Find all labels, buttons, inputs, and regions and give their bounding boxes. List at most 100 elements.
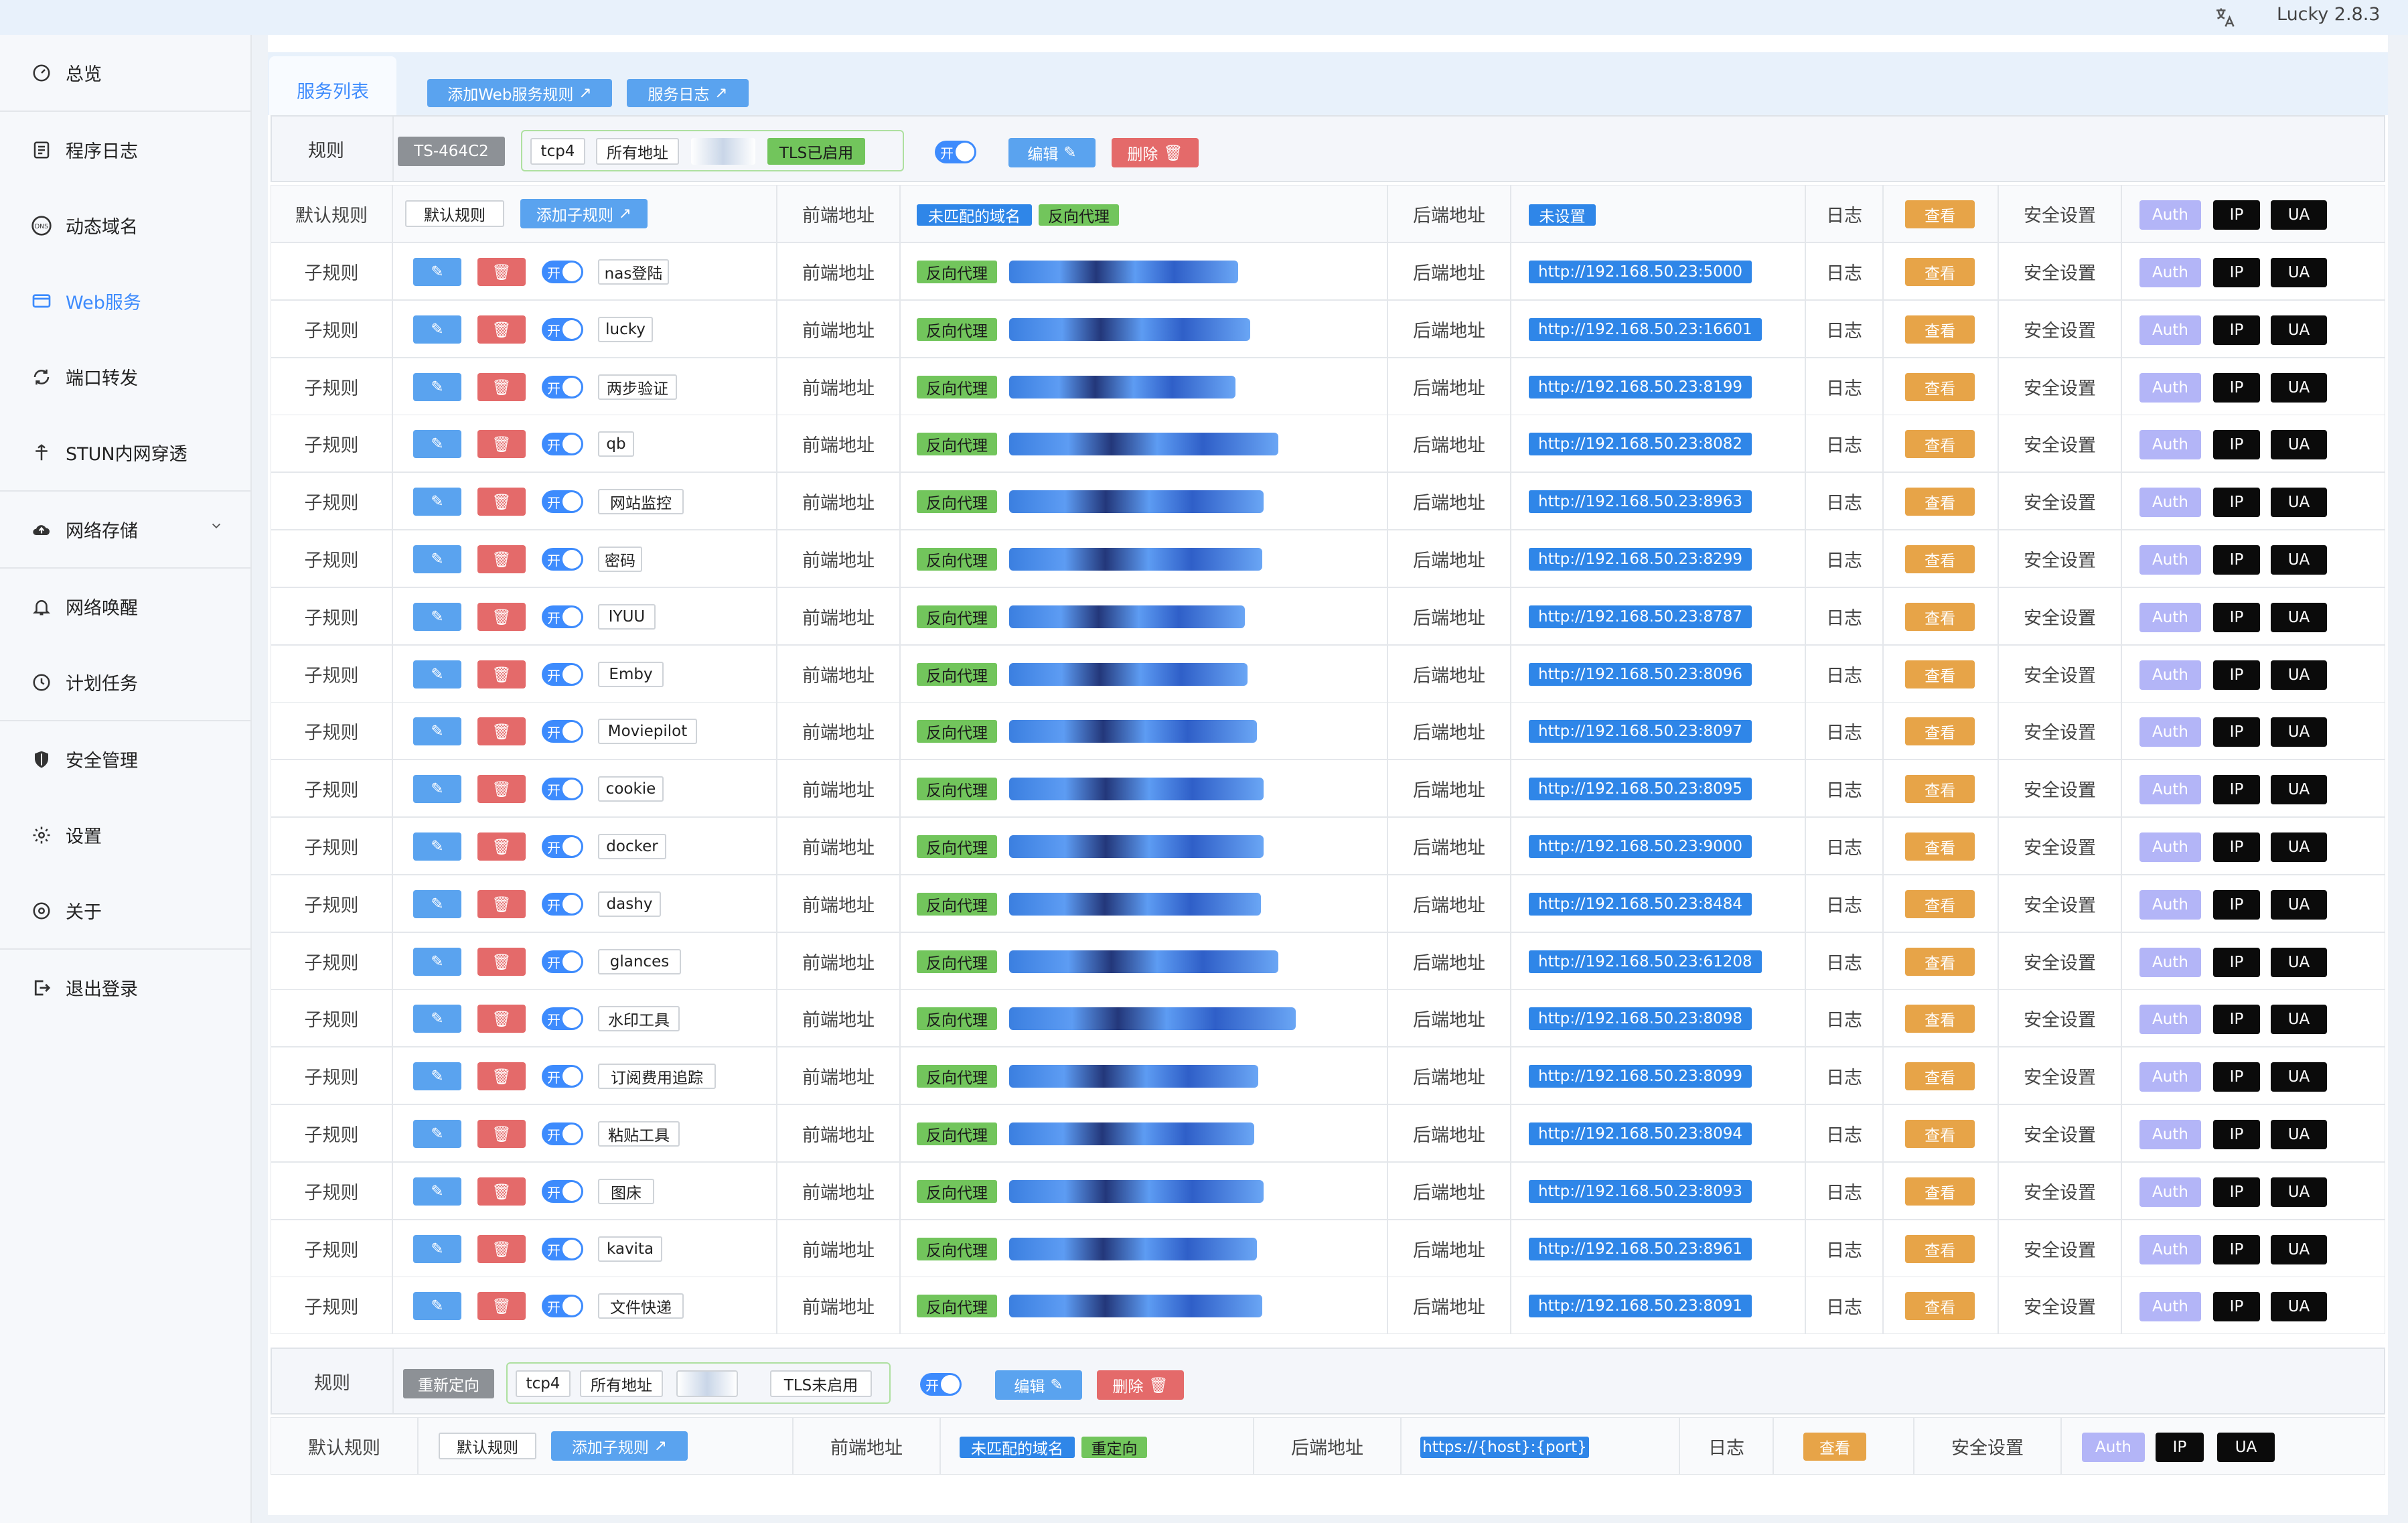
subrule-edit-button[interactable]: ✎ [413, 1292, 461, 1320]
ua-button[interactable]: UA [2271, 717, 2327, 747]
subrule-delete-button[interactable]: 🗑 [477, 1292, 526, 1320]
ip-button[interactable]: IP [2213, 1292, 2260, 1321]
subrule-delete-button[interactable]: 🗑 [477, 430, 526, 458]
sidebar-item-program-log[interactable]: 程序日志 [0, 112, 250, 188]
log-view-button[interactable]: 查看 [1905, 315, 1975, 344]
ip-button[interactable]: IP [2213, 258, 2260, 287]
ip-button[interactable]: IP [2213, 1177, 2260, 1207]
auth-button[interactable]: Auth [2139, 430, 2201, 459]
subrule-enable-toggle[interactable]: 开 [542, 433, 583, 455]
ip-button[interactable]: IP [2213, 948, 2260, 977]
ua-button[interactable]: UA [2271, 660, 2327, 690]
ip-button[interactable]: IP [2213, 603, 2260, 632]
service-log-button[interactable]: 服务日志 ↗ [627, 79, 749, 107]
subrule-edit-button[interactable]: ✎ [413, 1177, 461, 1206]
ip-button[interactable]: IP [2213, 1235, 2260, 1264]
subrule-delete-button[interactable]: 🗑 [477, 1235, 526, 1263]
subrule-enable-toggle[interactable]: 开 [542, 605, 583, 628]
auth-button[interactable]: Auth [2139, 717, 2201, 747]
sidebar-item-security[interactable]: 安全管理 [0, 721, 250, 797]
ua-button[interactable]: UA [2271, 258, 2327, 287]
subrule-edit-button[interactable]: ✎ [413, 315, 461, 344]
ua-button[interactable]: UA [2271, 315, 2327, 345]
ua-button[interactable]: UA [2271, 200, 2327, 230]
auth-button[interactable]: Auth [2139, 1235, 2201, 1264]
ua-button[interactable]: UA [2271, 488, 2327, 517]
sidebar-item-network-storage[interactable]: 网络存储 [0, 492, 250, 569]
subrule-edit-button[interactable]: ✎ [413, 1062, 461, 1090]
ip-button[interactable]: IP [2156, 1433, 2204, 1462]
ip-button[interactable]: IP [2213, 775, 2260, 804]
log-view-button[interactable]: 查看 [1905, 1292, 1975, 1320]
subrule-delete-button[interactable]: 🗑 [477, 258, 526, 286]
rule-enable-toggle[interactable]: 开 [920, 1373, 962, 1396]
ua-button[interactable]: UA [2271, 1292, 2327, 1321]
auth-button[interactable]: Auth [2139, 1062, 2201, 1092]
subrule-enable-toggle[interactable]: 开 [542, 1065, 583, 1088]
subrule-edit-button[interactable]: ✎ [413, 660, 461, 688]
ua-button[interactable]: UA [2271, 1062, 2327, 1092]
rule-delete-button[interactable]: 删除 🗑 [1097, 1370, 1184, 1400]
add-subrule-button[interactable]: 添加子规则 ↗ [520, 199, 648, 228]
log-view-button[interactable]: 查看 [1905, 717, 1975, 745]
log-view-button[interactable]: 查看 [1905, 832, 1975, 861]
tab-service-list[interactable]: 服务列表 [269, 56, 396, 123]
ua-button[interactable]: UA [2217, 1433, 2275, 1462]
ua-button[interactable]: UA [2271, 1005, 2327, 1034]
subrule-edit-button[interactable]: ✎ [413, 373, 461, 401]
log-view-button[interactable]: 查看 [1905, 1177, 1975, 1206]
sidebar-item-port-forward[interactable]: 端口转发 [0, 339, 250, 415]
log-view-button[interactable]: 查看 [1905, 545, 1975, 573]
ip-button[interactable]: IP [2213, 717, 2260, 747]
add-web-rule-button[interactable]: 添加Web服务规则 ↗ [427, 79, 612, 107]
ua-button[interactable]: UA [2271, 430, 2327, 459]
subrule-delete-button[interactable]: 🗑 [477, 315, 526, 344]
subrule-edit-button[interactable]: ✎ [413, 603, 461, 631]
log-view-button[interactable]: 查看 [1905, 775, 1975, 803]
auth-button[interactable]: Auth [2139, 1120, 2201, 1149]
log-view-button[interactable]: 查看 [1905, 488, 1975, 516]
subrule-edit-button[interactable]: ✎ [413, 890, 461, 918]
subrule-enable-toggle[interactable]: 开 [542, 1122, 583, 1145]
subrule-delete-button[interactable]: 🗑 [477, 832, 526, 861]
log-view-button[interactable]: 查看 [1905, 373, 1975, 401]
auth-button[interactable]: Auth [2139, 200, 2201, 230]
ip-button[interactable]: IP [2213, 315, 2260, 345]
rule-delete-button[interactable]: 删除 🗑 [1112, 138, 1199, 167]
auth-button[interactable]: Auth [2139, 373, 2201, 403]
log-view-button[interactable]: 查看 [1905, 603, 1975, 631]
sidebar-item-ddns[interactable]: DNS 动态域名 [0, 188, 250, 263]
ua-button[interactable]: UA [2271, 1120, 2327, 1149]
subrule-delete-button[interactable]: 🗑 [477, 488, 526, 516]
sidebar-item-scheduled-tasks[interactable]: 计划任务 [0, 644, 250, 721]
subrule-enable-toggle[interactable]: 开 [542, 490, 583, 513]
subrule-enable-toggle[interactable]: 开 [542, 1007, 583, 1030]
auth-button[interactable]: Auth [2139, 315, 2201, 345]
log-view-button[interactable]: 查看 [1905, 258, 1975, 286]
auth-button[interactable]: Auth [2139, 1005, 2201, 1034]
log-view-button[interactable]: 查看 [1905, 1062, 1975, 1090]
subrule-enable-toggle[interactable]: 开 [542, 663, 583, 686]
ip-button[interactable]: IP [2213, 890, 2260, 920]
log-view-button[interactable]: 查看 [1905, 890, 1975, 918]
auth-button[interactable]: Auth [2139, 488, 2201, 517]
subrule-delete-button[interactable]: 🗑 [477, 1062, 526, 1090]
auth-button[interactable]: Auth [2139, 1292, 2201, 1321]
auth-button[interactable]: Auth [2139, 603, 2201, 632]
subrule-delete-button[interactable]: 🗑 [477, 1177, 526, 1206]
log-view-button[interactable]: 查看 [1905, 948, 1975, 976]
auth-button[interactable]: Auth [2139, 890, 2201, 920]
sidebar-item-stun[interactable]: STUN内网穿透 [0, 415, 250, 492]
translate-icon[interactable] [2208, 4, 2241, 31]
subrule-delete-button[interactable]: 🗑 [477, 1005, 526, 1033]
subrule-edit-button[interactable]: ✎ [413, 1235, 461, 1263]
ua-button[interactable]: UA [2271, 775, 2327, 804]
subrule-enable-toggle[interactable]: 开 [542, 950, 583, 973]
subrule-edit-button[interactable]: ✎ [413, 430, 461, 458]
ua-button[interactable]: UA [2271, 1235, 2327, 1264]
subrule-edit-button[interactable]: ✎ [413, 488, 461, 516]
subrule-enable-toggle[interactable]: 开 [542, 720, 583, 743]
auth-button[interactable]: Auth [2139, 545, 2201, 575]
subrule-delete-button[interactable]: 🗑 [477, 890, 526, 918]
subrule-enable-toggle[interactable]: 开 [542, 835, 583, 858]
